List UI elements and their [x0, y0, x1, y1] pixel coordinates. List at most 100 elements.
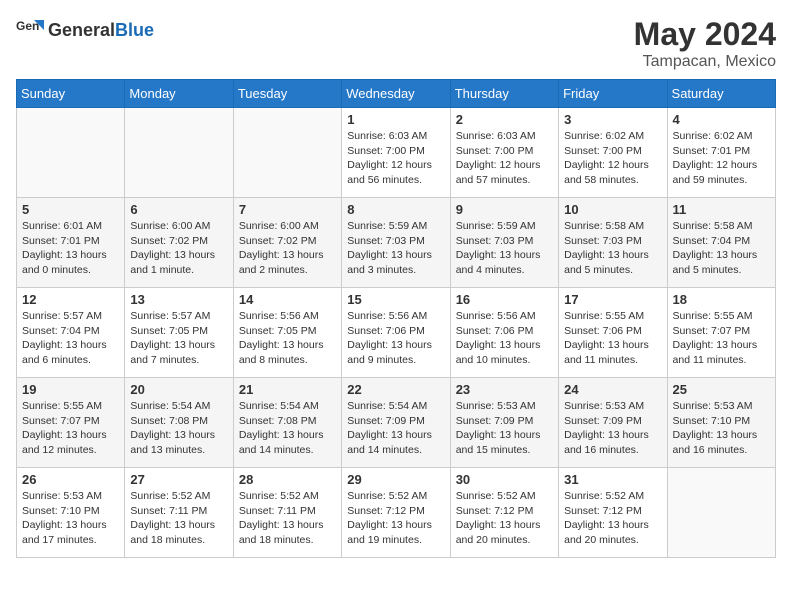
- day-number: 11: [673, 202, 770, 217]
- day-info: Sunrise: 5:54 AM Sunset: 7:08 PM Dayligh…: [130, 399, 227, 458]
- day-info: Sunrise: 5:57 AM Sunset: 7:05 PM Dayligh…: [130, 309, 227, 368]
- day-number: 16: [456, 292, 553, 307]
- calendar-cell: 27Sunrise: 5:52 AM Sunset: 7:11 PM Dayli…: [125, 468, 233, 558]
- day-number: 22: [347, 382, 444, 397]
- calendar-cell: 10 Sunrise: 5:58 AM Sunset: 7:03 PM Dayli…: [559, 198, 667, 288]
- day-number: 3: [564, 112, 661, 127]
- weekday-header-monday: Monday: [125, 80, 233, 108]
- weekday-header-thursday: Thursday: [450, 80, 558, 108]
- logo-general-text: General: [48, 20, 115, 40]
- day-info: Sunrise: 5:58 AM Sunset: 7:03 PM Dayligh…: [564, 219, 661, 278]
- day-info: Sunrise: 5:52 AM Sunset: 7:12 PM Dayligh…: [456, 489, 553, 548]
- calendar-cell: 9 Sunrise: 5:59 AM Sunset: 7:03 PM Daylig…: [450, 198, 558, 288]
- calendar-cell: 21 Sunrise: 5:54 AM Sunset: 7:08 PM Dayli…: [233, 378, 341, 468]
- day-number: 25: [673, 382, 770, 397]
- calendar-cell: 28 Sunrise: 5:52 AM Sunset: 7:11 PM Dayli…: [233, 468, 341, 558]
- calendar-cell: 12Sunrise: 5:57 AM Sunset: 7:04 PM Dayli…: [17, 288, 125, 378]
- calendar-week-row: 19 Sunrise: 5:55 AM Sunset: 7:07 PM Dayli…: [17, 378, 776, 468]
- calendar-cell: 8Sunrise: 5:59 AM Sunset: 7:03 PM Daylig…: [342, 198, 450, 288]
- day-number: 26: [22, 472, 119, 487]
- day-number: 15: [347, 292, 444, 307]
- day-info: Sunrise: 5:58 AM Sunset: 7:04 PM Dayligh…: [673, 219, 770, 278]
- day-info: Sunrise: 5:56 AM Sunset: 7:05 PM Dayligh…: [239, 309, 336, 368]
- day-number: 1: [347, 112, 444, 127]
- day-number: 28: [239, 472, 336, 487]
- logo: Gen GeneralBlue: [16, 16, 154, 44]
- calendar-cell: 6Sunrise: 6:00 AM Sunset: 7:02 PM Daylig…: [125, 198, 233, 288]
- day-number: 12: [22, 292, 119, 307]
- day-number: 18: [673, 292, 770, 307]
- day-info: Sunrise: 6:02 AM Sunset: 7:01 PM Dayligh…: [673, 129, 770, 188]
- calendar-cell: 22 Sunrise: 5:54 AM Sunset: 7:09 PM Dayli…: [342, 378, 450, 468]
- day-number: 2: [456, 112, 553, 127]
- day-info: Sunrise: 5:56 AM Sunset: 7:06 PM Dayligh…: [347, 309, 444, 368]
- day-number: 13: [130, 292, 227, 307]
- day-number: 30: [456, 472, 553, 487]
- calendar-week-row: 1 Sunrise: 6:03 AM Sunset: 7:00 PM Daylig…: [17, 108, 776, 198]
- calendar-table: SundayMondayTuesdayWednesdayThursdayFrid…: [16, 79, 776, 558]
- day-number: 5: [22, 202, 119, 217]
- calendar-cell: 14 Sunrise: 5:56 AM Sunset: 7:05 PM Dayli…: [233, 288, 341, 378]
- day-info: Sunrise: 5:53 AM Sunset: 7:09 PM Dayligh…: [564, 399, 661, 458]
- calendar-cell: 30 Sunrise: 5:52 AM Sunset: 7:12 PM Dayli…: [450, 468, 558, 558]
- day-number: 9: [456, 202, 553, 217]
- day-number: 10: [564, 202, 661, 217]
- calendar-cell: [233, 108, 341, 198]
- day-info: Sunrise: 6:03 AM Sunset: 7:00 PM Dayligh…: [347, 129, 444, 188]
- calendar-cell: 5 Sunrise: 6:01 AM Sunset: 7:01 PM Daylig…: [17, 198, 125, 288]
- day-info: Sunrise: 6:00 AM Sunset: 7:02 PM Dayligh…: [239, 219, 336, 278]
- day-number: 8: [347, 202, 444, 217]
- day-number: 19: [22, 382, 119, 397]
- day-info: Sunrise: 5:56 AM Sunset: 7:06 PM Dayligh…: [456, 309, 553, 368]
- day-info: Sunrise: 5:55 AM Sunset: 7:07 PM Dayligh…: [22, 399, 119, 458]
- day-info: Sunrise: 6:02 AM Sunset: 7:00 PM Dayligh…: [564, 129, 661, 188]
- calendar-cell: 23Sunrise: 5:53 AM Sunset: 7:09 PM Dayli…: [450, 378, 558, 468]
- calendar-week-row: 26 Sunrise: 5:53 AM Sunset: 7:10 PM Dayli…: [17, 468, 776, 558]
- calendar-cell: 20Sunrise: 5:54 AM Sunset: 7:08 PM Dayli…: [125, 378, 233, 468]
- calendar-cell: [125, 108, 233, 198]
- weekday-header-row: SundayMondayTuesdayWednesdayThursdayFrid…: [17, 80, 776, 108]
- calendar-cell: 2 Sunrise: 6:03 AM Sunset: 7:00 PM Daylig…: [450, 108, 558, 198]
- day-number: 14: [239, 292, 336, 307]
- day-number: 24: [564, 382, 661, 397]
- weekday-header-tuesday: Tuesday: [233, 80, 341, 108]
- day-number: 31: [564, 472, 661, 487]
- weekday-header-sunday: Sunday: [17, 80, 125, 108]
- header: Gen GeneralBlue May 2024 Tampacan, Mexic…: [16, 16, 776, 71]
- day-info: Sunrise: 6:03 AM Sunset: 7:00 PM Dayligh…: [456, 129, 553, 188]
- day-info: Sunrise: 5:52 AM Sunset: 7:11 PM Dayligh…: [239, 489, 336, 548]
- calendar-cell: 13 Sunrise: 5:57 AM Sunset: 7:05 PM Dayli…: [125, 288, 233, 378]
- day-info: Sunrise: 5:54 AM Sunset: 7:08 PM Dayligh…: [239, 399, 336, 458]
- day-info: Sunrise: 5:52 AM Sunset: 7:12 PM Dayligh…: [564, 489, 661, 548]
- calendar-cell: 11 Sunrise: 5:58 AM Sunset: 7:04 PM Dayli…: [667, 198, 775, 288]
- calendar-cell: 24 Sunrise: 5:53 AM Sunset: 7:09 PM Dayli…: [559, 378, 667, 468]
- day-info: Sunrise: 5:55 AM Sunset: 7:06 PM Dayligh…: [564, 309, 661, 368]
- calendar-cell: 16 Sunrise: 5:56 AM Sunset: 7:06 PM Dayli…: [450, 288, 558, 378]
- calendar-cell: 25Sunrise: 5:53 AM Sunset: 7:10 PM Dayli…: [667, 378, 775, 468]
- calendar-cell: [17, 108, 125, 198]
- calendar-cell: 18 Sunrise: 5:55 AM Sunset: 7:07 PM Dayli…: [667, 288, 775, 378]
- day-info: Sunrise: 5:52 AM Sunset: 7:11 PM Dayligh…: [130, 489, 227, 548]
- day-number: 6: [130, 202, 227, 217]
- month-year-title: May 2024: [634, 16, 776, 53]
- location-subtitle: Tampacan, Mexico: [634, 53, 776, 71]
- logo-blue-text: Blue: [115, 20, 154, 40]
- calendar-cell: 17 Sunrise: 5:55 AM Sunset: 7:06 PM Dayli…: [559, 288, 667, 378]
- weekday-header-saturday: Saturday: [667, 80, 775, 108]
- calendar-cell: 31 Sunrise: 5:52 AM Sunset: 7:12 PM Dayli…: [559, 468, 667, 558]
- day-info: Sunrise: 5:59 AM Sunset: 7:03 PM Dayligh…: [456, 219, 553, 278]
- day-info: Sunrise: 5:53 AM Sunset: 7:09 PM Dayligh…: [456, 399, 553, 458]
- day-number: 17: [564, 292, 661, 307]
- day-info: Sunrise: 6:01 AM Sunset: 7:01 PM Dayligh…: [22, 219, 119, 278]
- day-info: Sunrise: 5:54 AM Sunset: 7:09 PM Dayligh…: [347, 399, 444, 458]
- day-info: Sunrise: 5:52 AM Sunset: 7:12 PM Dayligh…: [347, 489, 444, 548]
- calendar-cell: 26 Sunrise: 5:53 AM Sunset: 7:10 PM Dayli…: [17, 468, 125, 558]
- logo-icon: Gen: [16, 16, 44, 44]
- calendar-cell: 7 Sunrise: 6:00 AM Sunset: 7:02 PM Daylig…: [233, 198, 341, 288]
- calendar-cell: 1 Sunrise: 6:03 AM Sunset: 7:00 PM Daylig…: [342, 108, 450, 198]
- day-number: 21: [239, 382, 336, 397]
- day-number: 7: [239, 202, 336, 217]
- day-info: Sunrise: 5:53 AM Sunset: 7:10 PM Dayligh…: [22, 489, 119, 548]
- weekday-header-wednesday: Wednesday: [342, 80, 450, 108]
- day-info: Sunrise: 5:55 AM Sunset: 7:07 PM Dayligh…: [673, 309, 770, 368]
